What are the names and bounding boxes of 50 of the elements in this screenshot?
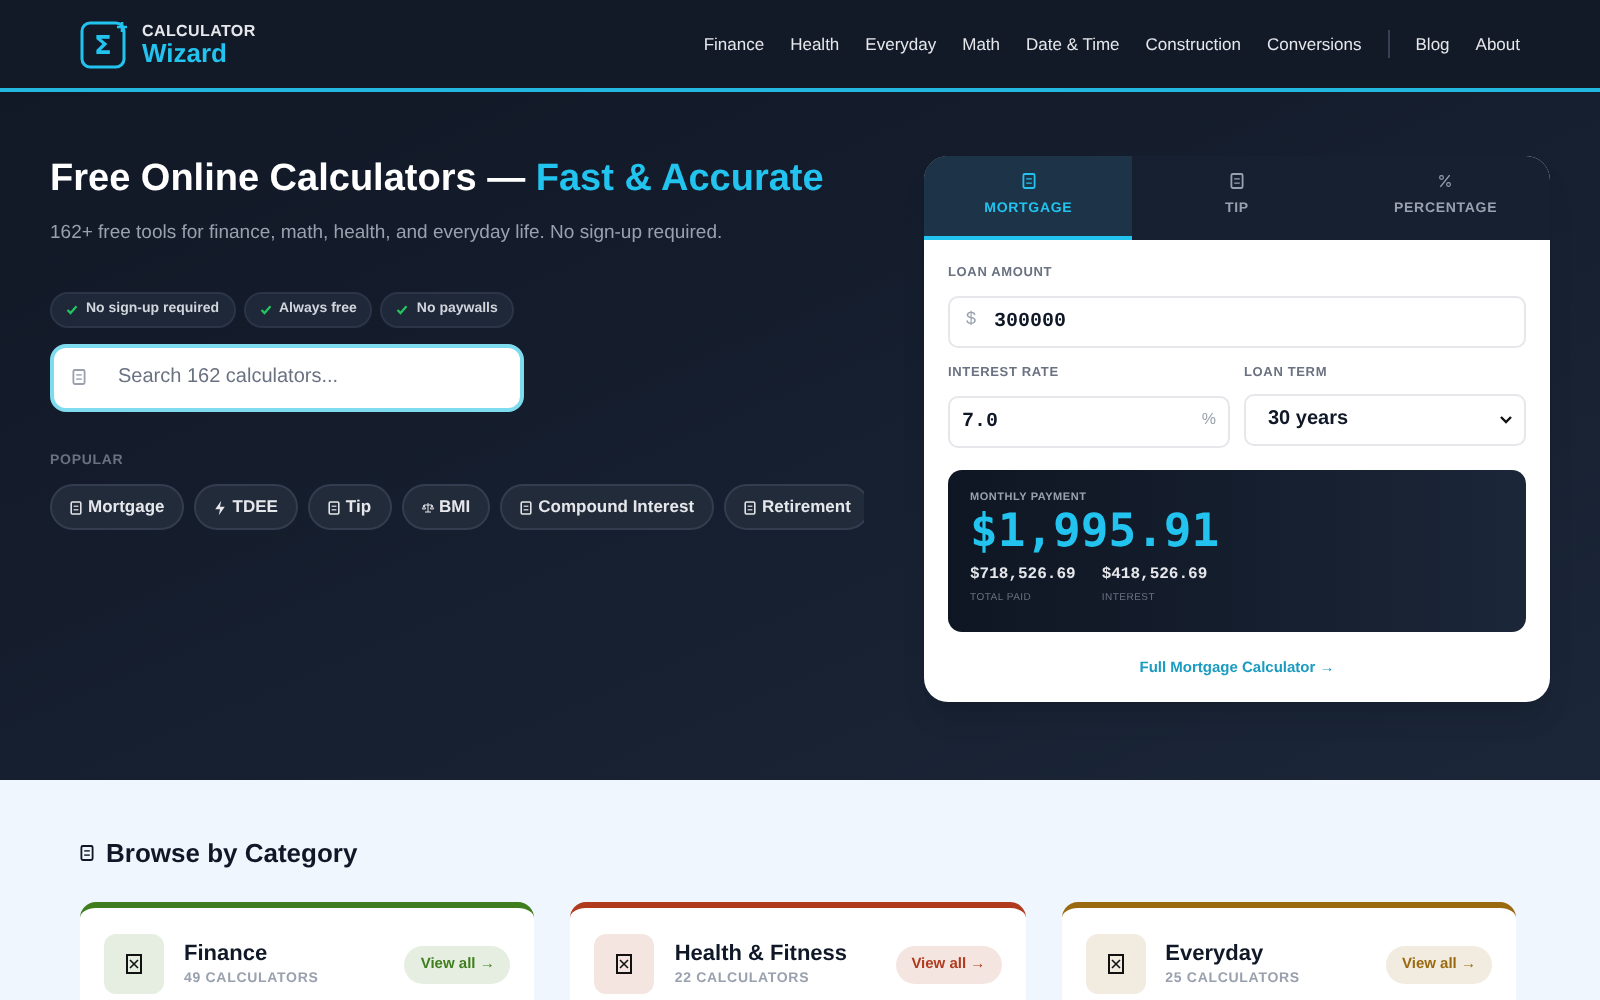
search-field[interactable]: Search 162 calculators... (50, 343, 524, 412)
category-name: Health & Fitness (674, 939, 850, 969)
nav-link[interactable]: Math (962, 31, 1001, 57)
hero-heading: Free Online Calculators — Fast & Accurate (50, 156, 826, 204)
calculator-icon (1107, 954, 1124, 974)
stat-value: $718,526.69 (970, 563, 1076, 588)
calculator-icon (72, 367, 86, 386)
popular-chip[interactable]: TDEE (194, 484, 298, 531)
calculator-icon (80, 844, 94, 863)
chevron-down-icon (1500, 415, 1512, 423)
calculator-icon (520, 499, 533, 516)
sigma-logo-icon: Σ (80, 19, 130, 69)
calculator-icon (327, 499, 340, 516)
nav-link[interactable]: Finance (703, 31, 765, 57)
calculator-icon (1021, 171, 1036, 190)
popular-chip[interactable]: Tip (307, 484, 392, 531)
calculator-icon (126, 954, 142, 974)
popular-chip[interactable]: BMI (401, 484, 491, 531)
nav-link[interactable]: About (1475, 31, 1520, 57)
nav-link[interactable]: Construction (1145, 31, 1242, 57)
checkmark-icon (259, 303, 271, 316)
nav-link[interactable]: Blog (1415, 31, 1450, 57)
category-name: Everyday (1165, 939, 1266, 969)
hero-subtitle: 162+ free tools for finance, math, health, and everyday life. No sign-up required. (50, 219, 725, 247)
checkmark-icon (66, 303, 78, 316)
category-name: Finance (184, 939, 270, 969)
calculator-icon (70, 499, 82, 516)
site-logo[interactable]: Σ CALCULATOR Wizard (80, 19, 256, 69)
percent-icon (1438, 171, 1453, 190)
logo-caption: CALCULATOR (142, 23, 256, 39)
nav-link[interactable]: Date & Time (1026, 31, 1120, 57)
loan-term-dropdown[interactable]: 30 years (1244, 393, 1526, 445)
monthly-payment: $1,995.91 (970, 505, 1222, 558)
calculator-icon (744, 499, 757, 516)
calculator-icon (1229, 171, 1244, 190)
nav-link[interactable]: Health (790, 31, 840, 57)
lightning-icon (214, 499, 227, 516)
checkmark-icon (396, 303, 409, 316)
popular-chip[interactable]: Mortgage (50, 484, 185, 531)
calculator-icon (616, 954, 633, 974)
stat-value: $418,526.69 (1101, 563, 1208, 588)
scale-icon (421, 499, 434, 516)
logo-title: Wizard (142, 39, 229, 65)
nav-link[interactable]: Everyday (865, 31, 937, 57)
popular-chip[interactable]: Retirement (724, 484, 864, 531)
currency-symbol: $ (966, 307, 977, 330)
nav-link[interactable]: Conversions (1267, 31, 1362, 57)
percent-sign: % (1201, 409, 1216, 429)
section-heading: Browse by Category (106, 836, 358, 872)
popular-chip[interactable]: Compound Interest (500, 484, 715, 531)
